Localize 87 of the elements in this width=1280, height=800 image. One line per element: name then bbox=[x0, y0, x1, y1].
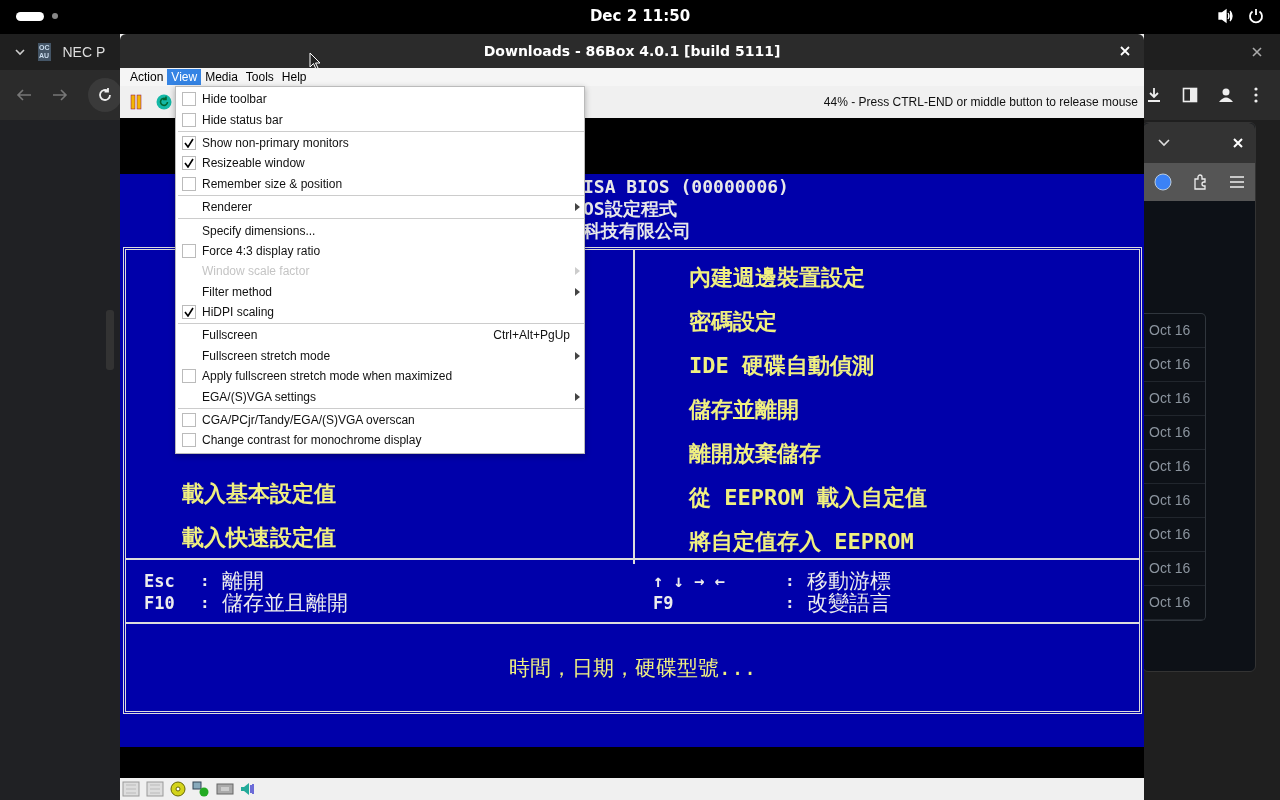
bios-menu-item[interactable]: 載入基本設定值 bbox=[182, 472, 633, 516]
menu-option[interactable]: Resizeable window bbox=[176, 153, 584, 174]
key-colon: : bbox=[785, 592, 796, 614]
key-name: ↑ ↓ → ← bbox=[653, 570, 726, 592]
submenu-arrow-icon bbox=[575, 351, 580, 360]
checkbox[interactable] bbox=[182, 176, 196, 191]
sidebar-icon[interactable] bbox=[1182, 87, 1198, 103]
key-colon: : bbox=[785, 570, 796, 592]
menu-option[interactable]: Filter method bbox=[176, 281, 584, 302]
bios-help-text: 時間，日期，硬碟型號... bbox=[508, 654, 757, 682]
checkbox[interactable] bbox=[182, 305, 196, 320]
menu-option[interactable]: CGA/PCjr/Tandy/EGA/(S)VGA overscan bbox=[176, 409, 584, 431]
bios-menu-item[interactable]: 儲存並離開 bbox=[689, 388, 1139, 432]
window-title: Downloads - 86Box 4.0.1 [build 5111] bbox=[483, 43, 781, 59]
circle-icon[interactable] bbox=[1153, 173, 1172, 191]
bios-menu-item[interactable]: 離開放棄儲存 bbox=[689, 432, 1139, 476]
bios-header-text: OS設定程式 bbox=[583, 198, 678, 220]
chevron-down-icon[interactable] bbox=[14, 48, 26, 56]
puzzle-icon[interactable] bbox=[1193, 174, 1209, 190]
pause-icon[interactable] bbox=[130, 94, 142, 110]
bios-menu-item[interactable]: 將自定值存入 EEPROM bbox=[689, 520, 1139, 564]
download-icon[interactable] bbox=[1146, 87, 1162, 103]
menu-item[interactable]: Media bbox=[201, 69, 242, 85]
menu-option[interactable]: Specify dimensions... bbox=[176, 220, 584, 241]
bios-header-text: ISA BIOS (00000006) bbox=[583, 176, 790, 198]
submenu-arrow-icon bbox=[575, 392, 580, 401]
key-action: 離開 bbox=[222, 570, 264, 592]
bios-menu-item[interactable]: IDE 硬碟自動偵測 bbox=[689, 344, 1139, 388]
reset-icon[interactable] bbox=[156, 94, 172, 110]
forward-icon[interactable] bbox=[52, 88, 68, 102]
menu-option[interactable]: HiDPI scaling bbox=[176, 301, 584, 323]
bios-menu-item[interactable]: 載入快速設定值 bbox=[182, 516, 633, 560]
menu-item[interactable]: Action bbox=[126, 69, 168, 85]
reload-icon bbox=[97, 87, 113, 103]
key-action: 移動游標 bbox=[807, 570, 891, 592]
workspace-dot bbox=[52, 13, 58, 19]
key-action: 改變語言 bbox=[807, 592, 891, 614]
key-name: F10 bbox=[144, 592, 176, 614]
submenu-arrow-icon bbox=[575, 287, 580, 296]
checkbox[interactable] bbox=[182, 156, 196, 171]
menu-item[interactable]: Help bbox=[277, 69, 311, 85]
menu-option[interactable]: EGA/(S)VGA settings bbox=[176, 386, 584, 407]
checkbox[interactable] bbox=[182, 135, 196, 150]
menu-option[interactable]: Apply fullscreen stretch mode when maximized bbox=[176, 366, 584, 387]
bios-menu-item[interactable]: 從 EEPROM 載入自定值 bbox=[689, 476, 1139, 520]
menu-option[interactable]: Change contrast for monochrome display bbox=[176, 430, 584, 451]
submenu-arrow-icon bbox=[575, 267, 580, 276]
chevron-down-icon[interactable] bbox=[1157, 139, 1171, 147]
menu-icon[interactable] bbox=[1230, 176, 1245, 188]
key-name: F9 bbox=[653, 592, 675, 614]
reload-button[interactable] bbox=[88, 78, 122, 112]
submenu-arrow-icon bbox=[575, 203, 580, 212]
tab-title[interactable]: NEC P bbox=[62, 44, 106, 60]
more-icon[interactable] bbox=[1254, 87, 1258, 103]
checkbox[interactable] bbox=[182, 92, 196, 107]
card-icon[interactable] bbox=[216, 782, 234, 796]
bios-menu-item[interactable]: 密碼設定 bbox=[689, 300, 1139, 344]
cd-icon[interactable] bbox=[170, 781, 186, 797]
key-colon: : bbox=[200, 570, 211, 592]
menu-option[interactable]: Force 4:3 display ratio bbox=[176, 240, 584, 262]
menu-option[interactable]: Hide status bar bbox=[176, 109, 584, 130]
close-icon[interactable] bbox=[1252, 47, 1262, 57]
clock[interactable]: Dec 2 11:50 bbox=[589, 7, 691, 25]
profile-icon[interactable] bbox=[1218, 87, 1234, 103]
menu-option[interactable]: Fullscreen stretch mode bbox=[176, 345, 584, 367]
back-icon[interactable] bbox=[16, 88, 32, 102]
menu-item[interactable]: Tools bbox=[241, 69, 278, 85]
menu-item[interactable]: View bbox=[167, 69, 202, 85]
menu-option[interactable]: Renderer bbox=[176, 196, 584, 218]
checkbox[interactable] bbox=[182, 433, 196, 448]
checkbox[interactable] bbox=[182, 413, 196, 428]
key-action: 儲存並且離開 bbox=[222, 592, 348, 614]
power-icon[interactable] bbox=[1248, 8, 1264, 24]
speaker-icon[interactable] bbox=[1218, 8, 1234, 24]
activities-indicator[interactable] bbox=[16, 11, 44, 21]
key-colon: : bbox=[200, 592, 211, 614]
network-icon[interactable] bbox=[192, 781, 210, 797]
menu-option[interactable]: Remember size & position bbox=[176, 173, 584, 194]
key-name: Esc bbox=[144, 570, 176, 592]
status-message: 44% - Press CTRL-END or middle button to release mouse bbox=[823, 95, 1139, 109]
menu-option[interactable]: Fullscreen Ctrl+Alt+PgUp bbox=[176, 325, 584, 346]
menu-option[interactable]: Hide toolbar bbox=[176, 89, 584, 110]
checkbox[interactable] bbox=[182, 112, 196, 127]
menu-option[interactable]: Show non-primary monitors bbox=[176, 132, 584, 154]
bios-menu-item[interactable]: 內建週邊裝置設定 bbox=[689, 256, 1139, 300]
checkbox[interactable] bbox=[182, 243, 196, 258]
checkbox[interactable] bbox=[182, 369, 196, 384]
